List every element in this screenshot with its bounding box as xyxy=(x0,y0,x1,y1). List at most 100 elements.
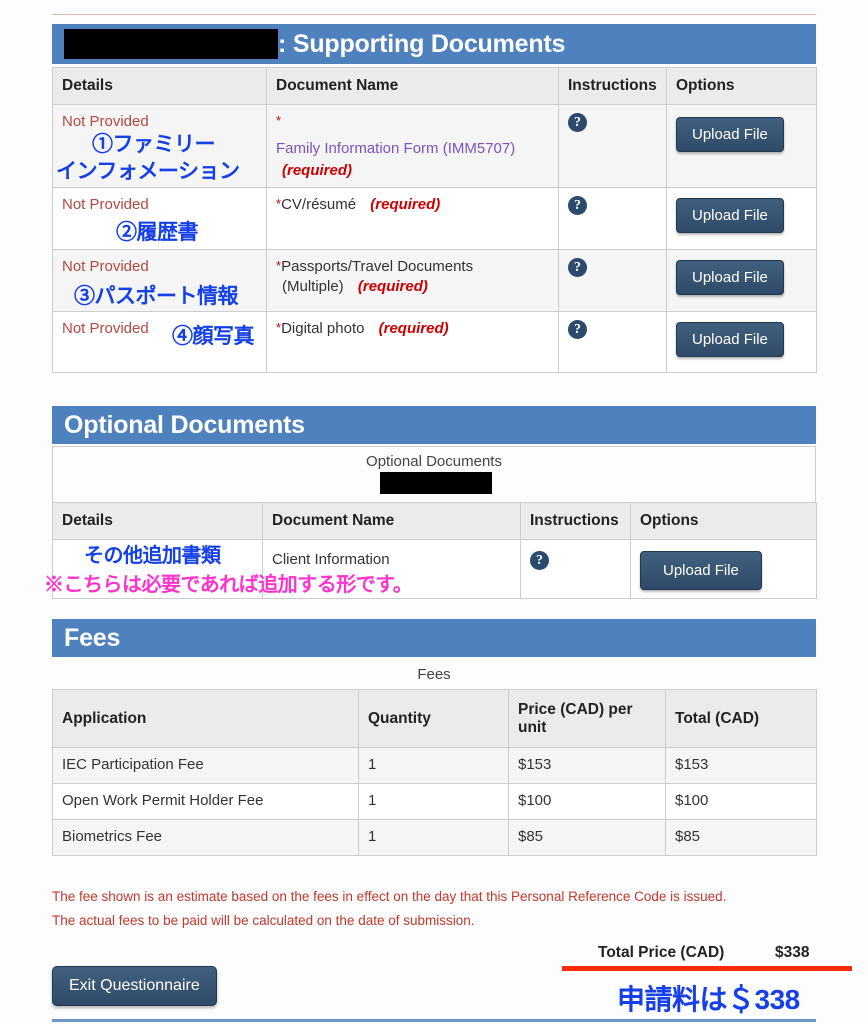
table-row: Biometrics Fee 1 $85 $85 xyxy=(52,819,817,856)
section-title-supporting: : Supporting Documents xyxy=(278,29,566,58)
table-row: IEC Participation Fee 1 $153 $153 xyxy=(52,747,817,784)
cell-document-name: *Digital photo (required) xyxy=(266,311,559,373)
fee-disclaimer-line1: The fee shown is an estimate based on th… xyxy=(52,889,727,904)
total-price-value: $338 xyxy=(775,944,810,961)
table-row: Not Provided *CV/résumé (required) ? Upl… xyxy=(52,187,817,250)
column-header-application: Application xyxy=(52,689,359,748)
optional-caption-box xyxy=(52,446,816,502)
cell-price: $85 xyxy=(508,819,666,856)
cell-options: Upload File xyxy=(666,104,817,188)
cell-details: Not Provided xyxy=(52,311,267,373)
section-title-fees: Fees xyxy=(64,623,121,652)
question-mark-icon[interactable]: ? xyxy=(568,113,587,132)
optional-table-header-row: Details Document Name Instructions Optio… xyxy=(52,502,817,540)
upload-file-button[interactable]: Upload File xyxy=(676,198,784,233)
cell-quantity: 1 xyxy=(358,747,509,784)
cell-document-name: *CV/résumé (required) xyxy=(266,187,559,250)
fees-table-header-row: Application Quantity Price (CAD) per uni… xyxy=(52,689,817,748)
column-header-instructions: Instructions xyxy=(520,502,631,540)
question-mark-icon[interactable]: ? xyxy=(568,196,587,215)
table-row: Not Provided *Passports/Travel Documents… xyxy=(52,249,817,312)
column-header-instructions: Instructions xyxy=(558,67,667,105)
cell-document-name: Client Information xyxy=(262,539,521,599)
required-label: (required) xyxy=(378,320,449,337)
cell-options: Upload File xyxy=(630,539,817,599)
page-root: : Supporting Documents Details Document … xyxy=(0,0,868,1024)
total-price-underline xyxy=(562,966,852,971)
required-label: (required) xyxy=(357,278,428,295)
cell-document-name: *Passports/Travel Documents (Multiple) (… xyxy=(266,249,559,312)
section-header-fees: Fees xyxy=(52,619,816,657)
supporting-documents-table: Details Document Name Instructions Optio… xyxy=(52,67,817,373)
cell-options: Upload File xyxy=(666,187,817,250)
table-row: Not Provided *Digital photo (required) ?… xyxy=(52,311,817,373)
column-header-quantity: Quantity xyxy=(358,689,509,748)
column-header-options: Options xyxy=(630,502,817,540)
column-header-document-name: Document Name xyxy=(266,67,559,105)
column-header-price-per-unit: Price (CAD) per unit xyxy=(508,689,666,748)
table-row: Not Provided * Family Information Form (… xyxy=(52,104,817,188)
column-header-total: Total (CAD) xyxy=(665,689,817,748)
cell-instructions: ? xyxy=(558,187,667,250)
fee-disclaimer-line2: The actual fees to be paid will be calcu… xyxy=(52,913,475,928)
total-price-label: Total Price (CAD) xyxy=(598,944,725,961)
fees-table-caption: Fees xyxy=(417,666,451,683)
cell-details: Not Provided xyxy=(52,187,267,250)
table-row: Client Information ? Upload File xyxy=(52,539,817,599)
cell-instructions: ? xyxy=(520,539,631,599)
upload-file-button[interactable]: Upload File xyxy=(676,117,784,152)
required-label: (required) xyxy=(282,162,353,179)
question-mark-icon[interactable]: ? xyxy=(530,551,549,570)
status-badge: Not Provided xyxy=(62,258,149,275)
question-mark-icon[interactable]: ? xyxy=(568,320,587,339)
cell-total: $153 xyxy=(665,747,817,784)
column-header-options: Options xyxy=(666,67,817,105)
redacted-title-block xyxy=(64,29,278,59)
annotation-total-fee: 申請料は＄338 xyxy=(617,984,800,1015)
bottom-divider xyxy=(52,1019,816,1022)
section-header-optional-documents: Optional Documents xyxy=(52,406,816,444)
cell-details: Not Provided xyxy=(52,104,267,188)
document-name-text: Passports/Travel Documents xyxy=(281,258,474,275)
cell-quantity: 1 xyxy=(358,783,509,820)
cell-details xyxy=(52,539,263,599)
cell-document-name: * Family Information Form (IMM5707) (req… xyxy=(266,104,559,188)
exit-questionnaire-button[interactable]: Exit Questionnaire xyxy=(52,966,217,1006)
cell-price: $100 xyxy=(508,783,666,820)
upload-file-button[interactable]: Upload File xyxy=(676,260,784,295)
question-mark-icon[interactable]: ? xyxy=(568,258,587,277)
cell-application: Biometrics Fee xyxy=(52,819,359,856)
document-name-extra: (Multiple) xyxy=(282,278,344,295)
required-label: (required) xyxy=(370,196,441,213)
cell-quantity: 1 xyxy=(358,819,509,856)
document-name-text: Client Information xyxy=(272,551,390,568)
cell-price: $153 xyxy=(508,747,666,784)
status-badge: Not Provided xyxy=(62,320,149,337)
section-header-supporting-documents: : Supporting Documents xyxy=(52,24,816,64)
column-header-details: Details xyxy=(52,502,263,540)
cell-total: $85 xyxy=(665,819,817,856)
document-name-text: CV/résumé xyxy=(281,196,357,213)
top-divider xyxy=(52,14,816,15)
status-badge: Not Provided xyxy=(62,196,149,213)
cell-total: $100 xyxy=(665,783,817,820)
fees-table: Application Quantity Price (CAD) per uni… xyxy=(52,689,817,856)
table-row: Open Work Permit Holder Fee 1 $100 $100 xyxy=(52,783,817,820)
required-asterisk: * xyxy=(276,113,282,128)
cell-application: Open Work Permit Holder Fee xyxy=(52,783,359,820)
upload-file-button[interactable]: Upload File xyxy=(640,551,762,590)
supporting-table-header-row: Details Document Name Instructions Optio… xyxy=(52,67,817,105)
cell-instructions: ? xyxy=(558,311,667,373)
cell-instructions: ? xyxy=(558,104,667,188)
cell-application: IEC Participation Fee xyxy=(52,747,359,784)
status-badge: Not Provided xyxy=(62,113,149,130)
document-name-text: Digital photo xyxy=(281,320,365,337)
cell-instructions: ? xyxy=(558,249,667,312)
column-header-details: Details xyxy=(52,67,267,105)
column-header-document-name: Document Name xyxy=(262,502,521,540)
document-link[interactable]: Family Information Form (IMM5707) xyxy=(276,140,515,157)
cell-details: Not Provided xyxy=(52,249,267,312)
upload-file-button[interactable]: Upload File xyxy=(676,322,784,357)
cell-options: Upload File xyxy=(666,311,817,373)
cell-options: Upload File xyxy=(666,249,817,312)
